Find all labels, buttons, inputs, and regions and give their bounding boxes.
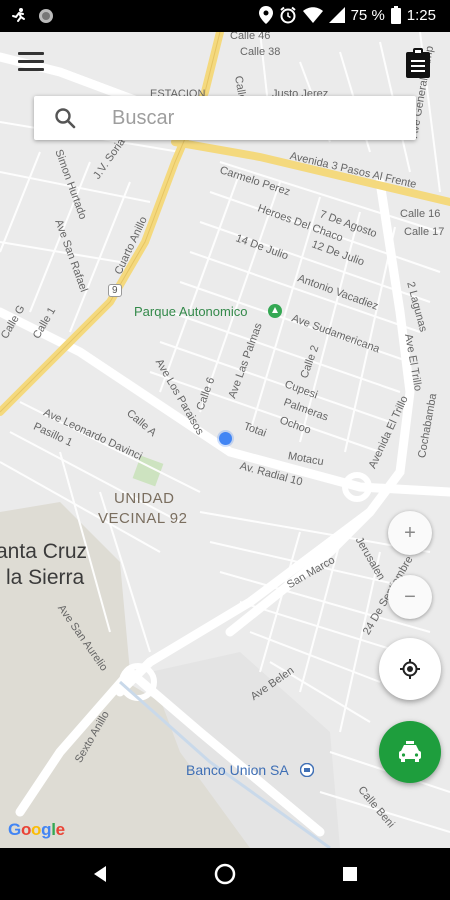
park-label: Parque Autonomico — [134, 304, 248, 319]
status-time: 1:25 — [406, 6, 436, 24]
zoom-out-label: − — [404, 585, 416, 608]
system-nav-bar — [0, 848, 450, 900]
street-label: Calle 17 — [404, 226, 445, 238]
home-icon[interactable] — [214, 863, 236, 885]
street-label: Calle 16 — [400, 208, 441, 220]
battery-icon — [390, 6, 401, 24]
recents-icon[interactable] — [342, 866, 358, 882]
park-icon — [268, 304, 282, 318]
runner-icon — [12, 8, 25, 22]
bank-icon[interactable] — [300, 763, 314, 777]
circle-notification-icon — [39, 9, 53, 23]
menu-icon[interactable] — [18, 52, 44, 72]
current-location-dot — [219, 432, 232, 445]
clipboard-icon[interactable] — [404, 48, 432, 78]
alarm-icon — [279, 6, 296, 24]
location-icon — [258, 6, 273, 24]
search-input[interactable] — [112, 104, 402, 132]
street-label: Calle 46 — [230, 32, 271, 42]
search-bar[interactable] — [34, 96, 416, 140]
city-label-line1: anta Cruz — [0, 540, 88, 563]
poi-label[interactable]: Banco Union SA — [186, 762, 289, 778]
my-location-button[interactable] — [379, 638, 441, 700]
map-view[interactable]: Calle 46 Calle 38 Calle 14 Justo Jerez E… — [0, 32, 450, 848]
zoom-in-label: + — [404, 521, 416, 544]
status-bar: 75 % 1:25 — [0, 0, 450, 32]
crosshair-icon — [400, 659, 420, 679]
neighborhood-label-line1: UNIDAD — [114, 490, 175, 507]
street-label: Calle 38 — [240, 46, 281, 58]
route-shield: 9 — [108, 284, 122, 297]
zoom-out-button[interactable]: − — [388, 575, 432, 619]
search-icon[interactable] — [54, 107, 76, 129]
back-icon[interactable] — [92, 865, 108, 883]
city-label-line2: la Sierra — [6, 566, 85, 589]
request-taxi-button[interactable] — [379, 721, 441, 783]
signal-icon — [328, 7, 345, 23]
taxi-icon — [399, 741, 421, 762]
battery-percent: 75 % — [350, 6, 385, 24]
google-logo: Google — [8, 820, 65, 839]
wifi-icon — [302, 7, 323, 23]
neighborhood-label-line2: VECINAL 92 — [98, 510, 188, 527]
zoom-in-button[interactable]: + — [388, 511, 432, 555]
